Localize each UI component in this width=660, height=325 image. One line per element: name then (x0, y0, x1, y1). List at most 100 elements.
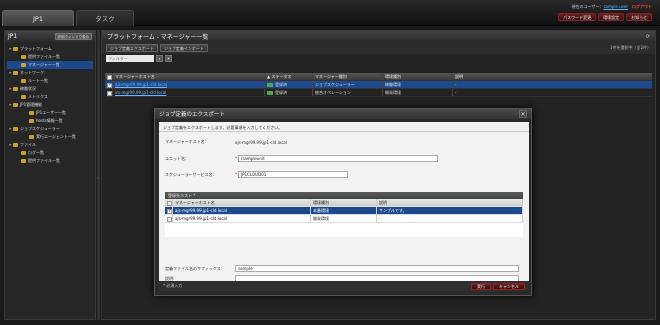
required-mark: * (235, 156, 237, 161)
folder-icon (21, 79, 26, 83)
folder-icon (21, 151, 26, 155)
row-checkbox[interactable] (105, 81, 113, 88)
tree-item[interactable]: 提供ファイル一覧 (7, 53, 93, 61)
folder-icon (21, 95, 26, 99)
tree-item[interactable]: ▾ JP1管理機能 (7, 101, 93, 109)
change-password-button[interactable]: パスワード変更 (558, 13, 597, 21)
clear-icon[interactable]: ✕ (165, 55, 172, 62)
notice-button[interactable]: お知らせ (626, 13, 652, 21)
tree-item[interactable]: hosts情報一覧 (7, 117, 93, 125)
section-title: 登録先ホスト * (165, 192, 523, 199)
tree-item[interactable]: ▾ ネットワーク (7, 69, 93, 77)
detail-window-button[interactable]: 詳細ウィンドウ表示 (54, 33, 92, 40)
sub-row-desc: サンプルです。 (377, 207, 523, 214)
splitter-handle-icon[interactable]: ‹ (97, 175, 100, 183)
sub-table-row[interactable]: ajs-mgr99.99.jp1-cld.local 開発環境 - (165, 215, 523, 223)
checkbox-icon[interactable] (167, 216, 172, 222)
tree-item[interactable]: メトリクス (7, 93, 93, 101)
filter-input[interactable]: フィルター (106, 55, 154, 62)
checkbox-icon[interactable] (107, 81, 112, 88)
table-row[interactable]: im-mgr99.99.jp1-cld.local 登録済 統合オペレーション 開発環… (105, 89, 652, 97)
row-status: 登録済 (265, 81, 313, 88)
user-name-link[interactable]: sample.user (603, 4, 628, 9)
export-dialog: ジョブ定義のエクスポート ✕ ジョブ定義をエクスポートします。必要事項を入力して… (154, 108, 532, 296)
cancel-button[interactable]: キャンセル (493, 282, 525, 290)
table-row[interactable]: ajs-mgr99.99.jp1-cld.local 登録済 ジョブスケジューラー稼… (105, 81, 652, 89)
selection-count: 1件を選択中（全2件） (609, 45, 651, 50)
tree-item-label: マネージャー一覧 (28, 62, 60, 67)
column-env[interactable]: 環境種別 (383, 73, 453, 80)
checkbox-icon[interactable] (167, 207, 172, 214)
unit-input[interactable]: /sampleunit (238, 155, 438, 162)
row-host[interactable]: ajs-mgr99.99.jp1-cld.local (113, 81, 265, 88)
folder-icon (29, 135, 34, 139)
folder-icon (13, 71, 18, 75)
dialog-title: ジョブ定義のエクスポート (159, 112, 225, 118)
select-all-checkbox[interactable] (105, 73, 113, 80)
tab-jp1[interactable]: JP1 (2, 10, 74, 26)
checkbox-icon[interactable] (167, 200, 172, 206)
folder-icon (13, 87, 18, 91)
tree-item[interactable]: 実行エージェント一覧 (7, 133, 93, 141)
unit-row: ユニット名: * /sampleunit (165, 155, 438, 162)
row-type: ジョブスケジューラー (313, 81, 383, 88)
page-title: プラットフォーム - マネージャー一覧 (107, 34, 209, 41)
panel-splitter[interactable]: ‹ (97, 30, 100, 320)
tree-item[interactable]: 提供ファイル一覧 (7, 157, 93, 165)
service-input[interactable]: JP1CLOUD01 (238, 171, 348, 178)
search-icon[interactable]: ⌕ (156, 55, 163, 62)
settings-button[interactable]: 環境設定 (598, 13, 625, 21)
tree-item-label: メトリクス (28, 94, 48, 99)
table-body: ajs-mgr99.99.jp1-cld.local 登録済 ジョブスケジューラー稼… (105, 81, 652, 97)
suffix-label: 定義ファイル名のサフィックス: (165, 265, 223, 271)
tree-item-label: JP1ユーザー一覧 (36, 110, 67, 115)
tree-item[interactable]: ▾ ファイル (7, 141, 93, 149)
status-icon (267, 91, 273, 95)
row-checkbox[interactable] (105, 89, 113, 96)
sub-row-checkbox[interactable] (165, 215, 173, 222)
dialog-body: ジョブ定義をエクスポートします。必要事項を入力してください。 マネージャーホスト… (159, 122, 529, 282)
job-import-button[interactable]: ジョブ定義インポート (159, 44, 208, 52)
tree-item[interactable]: JP1ユーザー一覧 (7, 109, 93, 117)
row-host[interactable]: im-mgr99.99.jp1-cld.local (113, 89, 265, 96)
tree-item[interactable]: マネージャー一覧 (7, 61, 93, 69)
column-status[interactable]: ▲ ステータス (265, 73, 313, 80)
sub-select-all-checkbox[interactable] (165, 199, 173, 206)
execute-button[interactable]: 実行 (471, 282, 491, 290)
host-link[interactable]: ajs-mgr99.99.jp1-cld.local (115, 82, 167, 87)
sub-column-host[interactable]: マネージャーホスト名 (173, 199, 311, 206)
top-buttons: パスワード変更 環境設定 お知らせ (558, 13, 652, 21)
close-icon[interactable]: ✕ (519, 110, 527, 118)
host-value: ajs-mgr99.99.jp1-cld.local (235, 139, 287, 145)
refresh-icon[interactable]: ⟳ (646, 34, 650, 40)
column-type[interactable]: マネージャー種別 (313, 73, 383, 80)
column-desc[interactable]: 説明 (453, 73, 652, 80)
sub-column-desc[interactable]: 説明 (377, 199, 523, 206)
suffix-input[interactable]: sample (235, 265, 519, 272)
column-host[interactable]: マネージャーホスト名 (113, 73, 265, 80)
folder-icon (21, 63, 26, 67)
required-note: * 必須入力 (163, 283, 183, 288)
job-export-button[interactable]: ジョブ定義エクスポート (106, 44, 158, 52)
tab-task[interactable]: タスク (76, 10, 134, 26)
checkbox-icon[interactable] (107, 90, 112, 96)
row-env: 稼働環境 (383, 81, 453, 88)
logout-link[interactable]: ログアウト (632, 4, 652, 9)
tree-item[interactable]: ルート一覧 (7, 77, 93, 85)
navigation-title: JP1 (8, 33, 18, 40)
sub-column-env[interactable]: 環境種別 (311, 199, 377, 206)
tree-item-label: JP1管理機能 (20, 102, 43, 107)
tree-item-label: hosts情報一覧 (36, 118, 63, 123)
dialog-titlebar: ジョブ定義のエクスポート ✕ (155, 109, 531, 119)
tree-item-label: ログ一覧 (28, 150, 44, 155)
sub-row-checkbox[interactable] (165, 207, 173, 214)
tree-item[interactable]: ログ一覧 (7, 149, 93, 157)
sub-table-row[interactable]: ajs-mgr99.99.jp1-cld.local本番環境サンプルです。 (165, 207, 523, 215)
tree-item[interactable]: ▾ プラットフォーム (7, 45, 93, 53)
host-link[interactable]: im-mgr99.99.jp1-cld.local (115, 90, 166, 95)
tree-item[interactable]: ▾ 稼働状況 (7, 85, 93, 93)
folder-icon (29, 111, 34, 115)
checkbox-icon[interactable] (107, 74, 112, 80)
folder-icon (13, 47, 18, 51)
tree-item[interactable]: ▾ ジョブスケジューラー (7, 125, 93, 133)
